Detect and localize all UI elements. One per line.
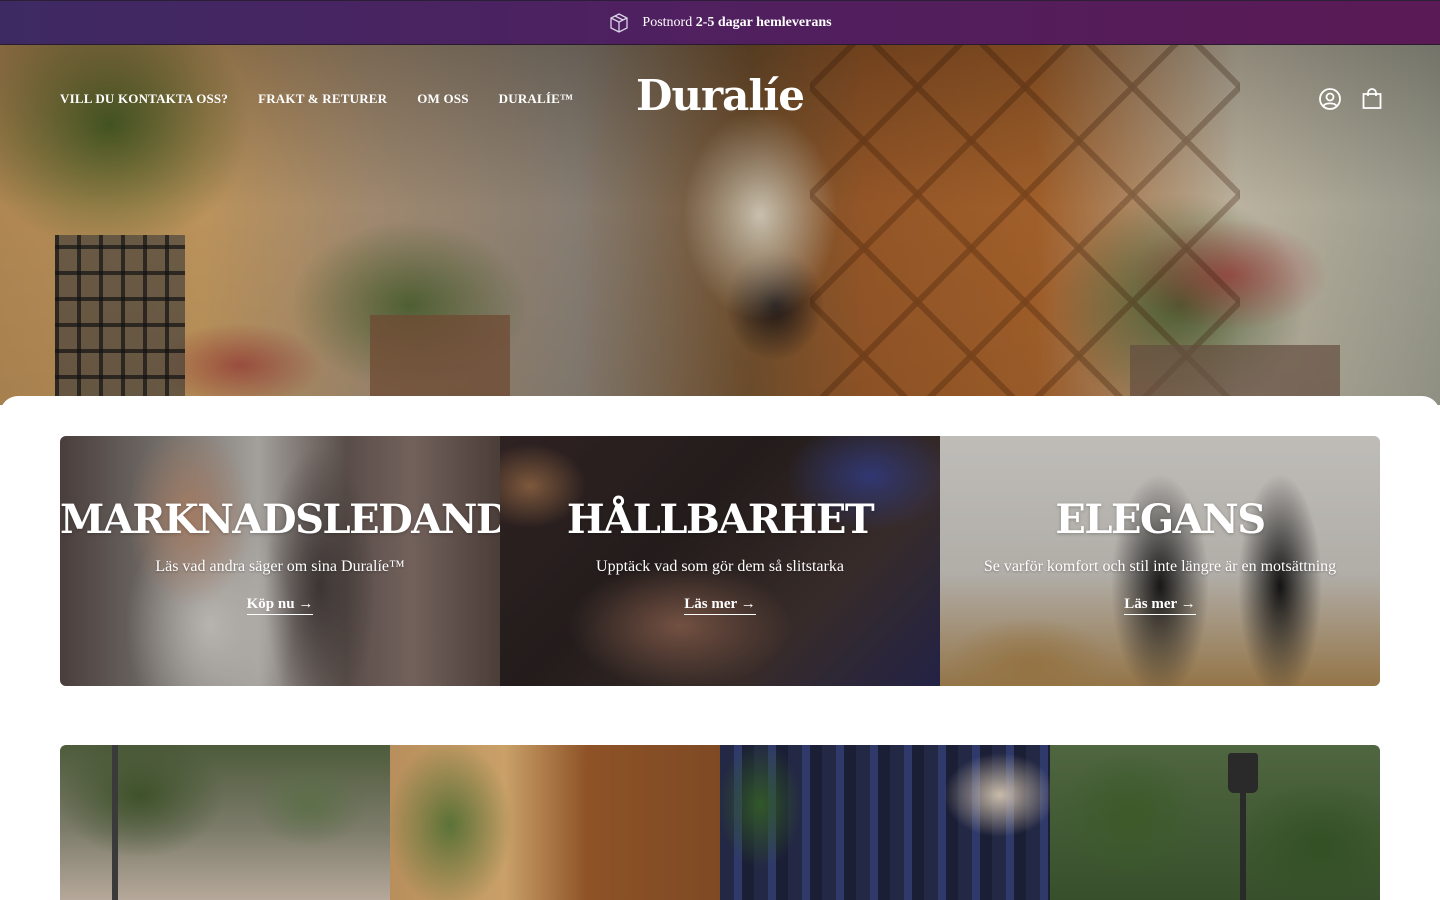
arrow-right-icon: → [298,596,314,612]
card-title: HÅLLBARHET [566,496,875,543]
card-subtitle: Se varför komfort och stil inte längre ä… [983,558,1337,575]
gallery-image[interactable] [720,745,1050,900]
announcement-highlight: 2-5 dagar hemleverans [695,14,832,30]
nav-link-contact[interactable]: VILL DU KONTAKTA OSS? [60,91,228,107]
gallery-image[interactable] [390,745,720,900]
site-header: VILL DU KONTAKTA OSS? FRAKT & RETURER OM… [0,45,1440,151]
main-nav: VILL DU KONTAKTA OSS? FRAKT & RETURER OM… [60,91,573,107]
package-icon [608,12,630,34]
feature-card-sustainability[interactable]: HÅLLBARHET Upptäck vad som gör dem så sl… [500,436,940,686]
card-link-shop-now[interactable]: Köp nu → [246,596,314,615]
card-title: ELEGANS [1055,496,1266,543]
nav-link-duralie[interactable]: DURALÍE™ [499,91,574,107]
announcement-bar: Postnord 2-5 dagar hemleverans [0,0,1440,45]
account-icon[interactable] [1318,87,1342,111]
arrow-right-icon: → [1180,596,1196,612]
card-subtitle: Upptäck vad som gör dem så slitstarka [596,558,844,575]
shopping-bag-icon[interactable] [1360,87,1384,111]
feature-cards: MARKNADSLEDANDE Läs vad andra säger om s… [60,436,1380,686]
gallery-image[interactable] [1050,745,1380,900]
card-link-read-more[interactable]: Läs mer → [1124,596,1196,615]
gallery-image[interactable] [60,745,390,900]
card-title: MARKNADSLEDANDE [60,496,500,543]
feature-card-elegance[interactable]: ELEGANS Se varför komfort och stil inte … [940,436,1380,686]
image-gallery [60,745,1380,900]
nav-link-about[interactable]: OM OSS [417,91,468,107]
header-icons [1318,87,1384,111]
feature-card-market-leading[interactable]: MARKNADSLEDANDE Läs vad andra säger om s… [60,436,500,686]
site-logo[interactable]: Duralíe [620,71,820,120]
nav-link-shipping-returns[interactable]: FRAKT & RETURER [258,91,387,107]
card-subtitle: Läs vad andra säger om sina Duralíe™ [155,558,405,575]
card-link-read-more[interactable]: Läs mer → [684,596,756,615]
arrow-right-icon: → [740,596,756,612]
announcement-text: Postnord 2-5 dagar hemleverans [642,14,832,30]
